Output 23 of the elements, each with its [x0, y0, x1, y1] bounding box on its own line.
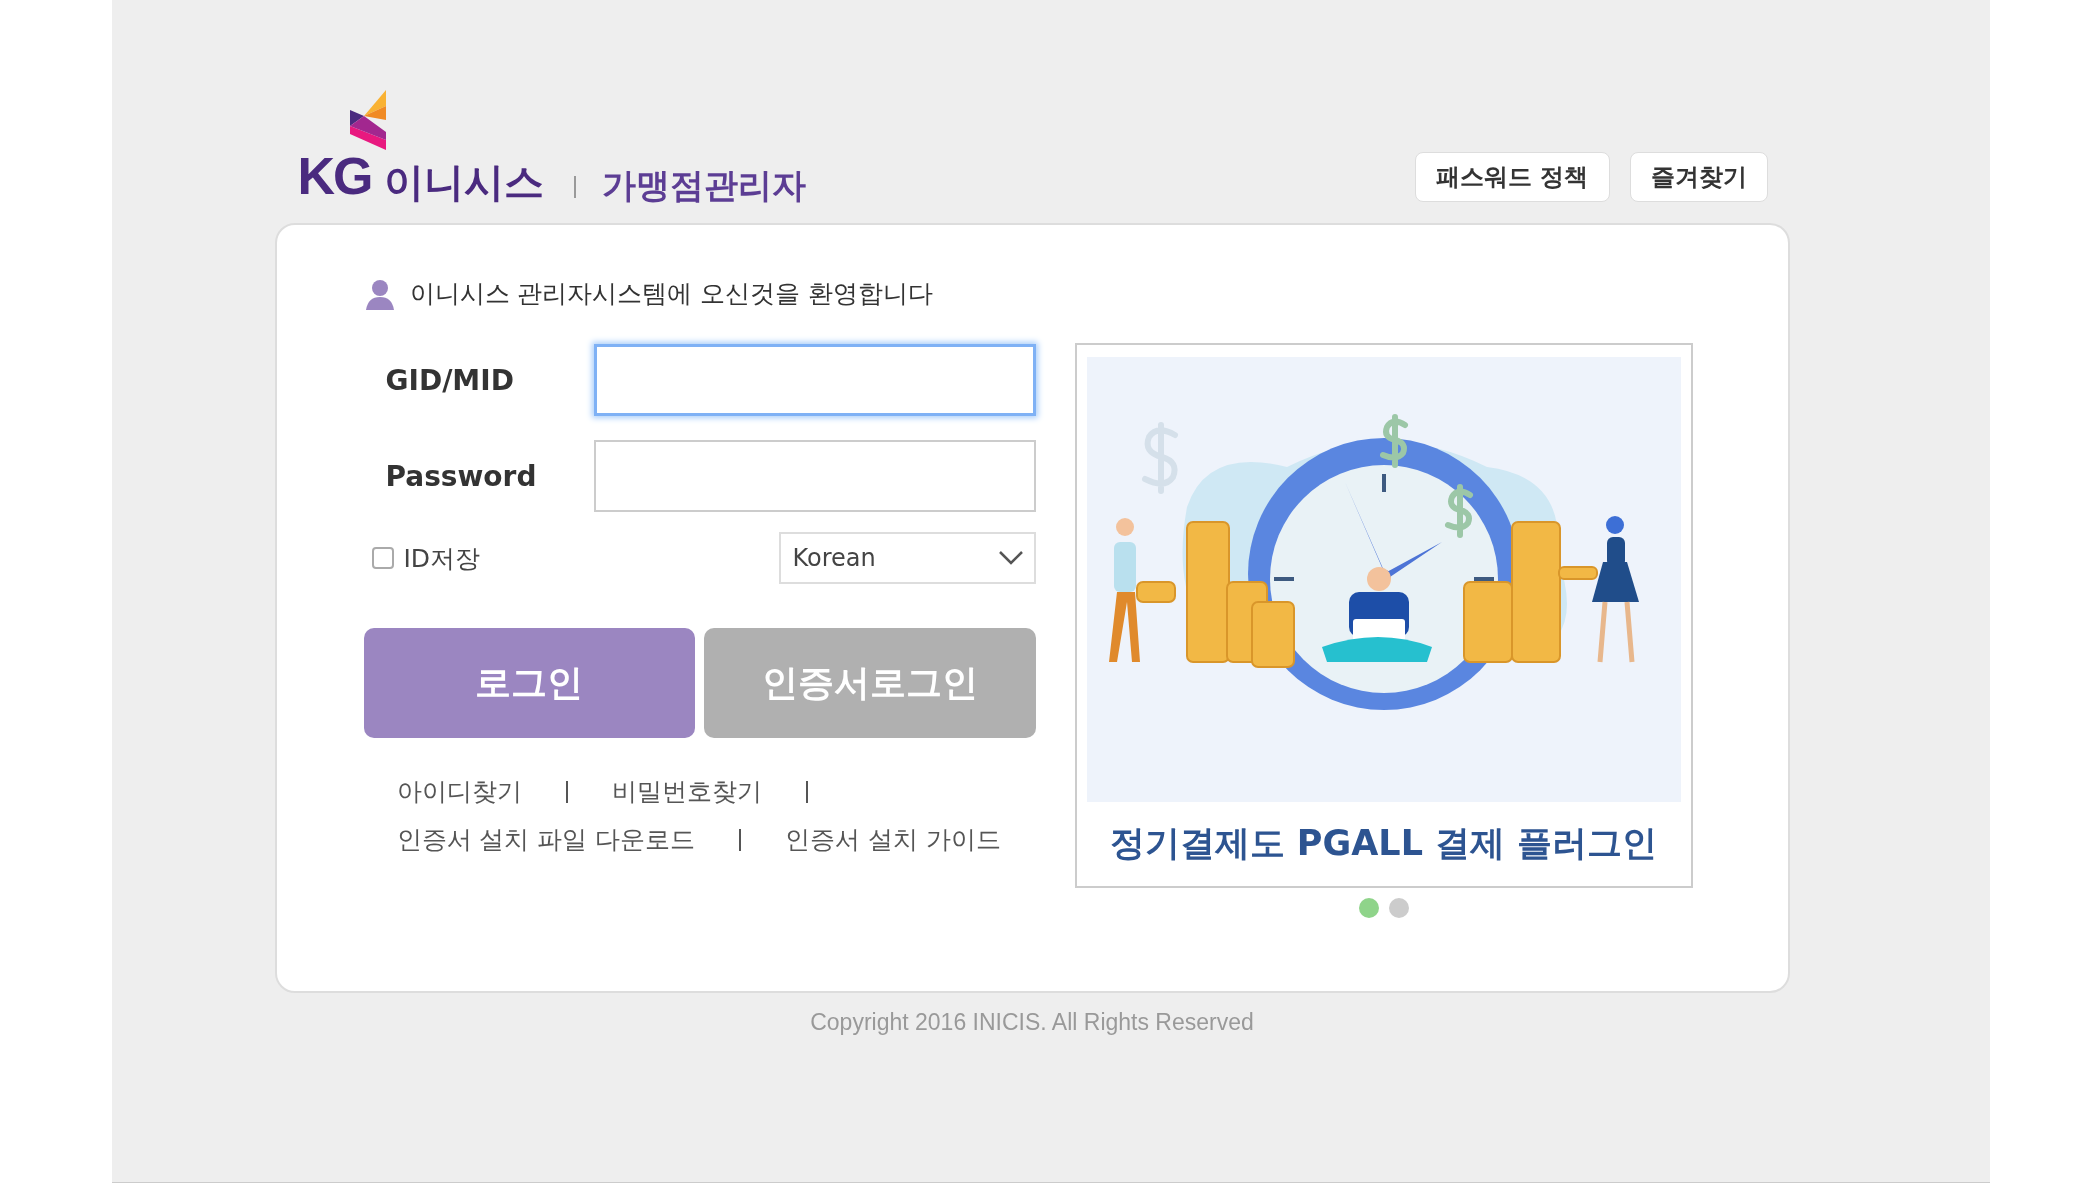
chevron-down-icon — [997, 550, 1024, 566]
logo-icon — [349, 90, 386, 150]
banner-caption: 정기결제도 PGALL 결제 플러그인 — [1109, 822, 1658, 865]
portal-subtitle: 가맹점관리자 — [601, 168, 806, 202]
language-select[interactable]: Korean — [778, 532, 1036, 584]
field-label: Password — [384, 459, 538, 493]
logo-name: 이니시스 — [383, 162, 544, 202]
logo-brand: KG — [297, 150, 372, 202]
welcome-text: 이니시스 관리자시스템에 오신것을 환영합니다 — [409, 278, 934, 310]
help-link[interactable]: 인증서 설치 가이드 — [785, 816, 1002, 864]
carousel-dot[interactable] — [1388, 898, 1409, 918]
help-link[interactable]: 비밀번호찾기 — [611, 768, 762, 816]
input-field[interactable] — [593, 344, 1036, 416]
help-link[interactable]: 아이디찾기 — [396, 768, 522, 816]
input-field[interactable] — [593, 440, 1036, 512]
copyright-text: Copyright 2016 INICIS. All Rights Reserved — [810, 1009, 1254, 1036]
carousel-dot[interactable] — [1358, 898, 1379, 918]
header-button[interactable]: 즐겨찾기 — [1629, 152, 1768, 202]
help-link[interactable]: 인증서 설치 파일 다운로드 — [396, 816, 696, 864]
field-label: GID/MID — [384, 363, 515, 397]
user-icon — [363, 277, 396, 310]
header-button[interactable]: 패스워드 정책 — [1415, 152, 1610, 202]
remember-id-checkbox[interactable]: ID저장 — [363, 541, 481, 575]
